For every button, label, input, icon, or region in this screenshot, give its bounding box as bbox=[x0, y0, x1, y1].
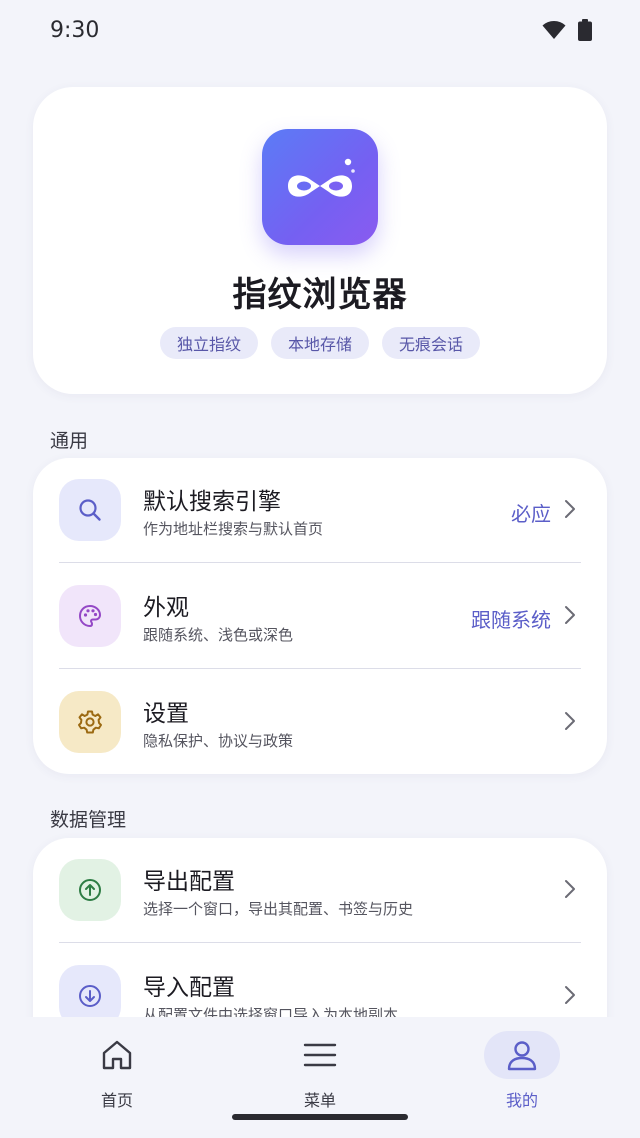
general-settings-card: 默认搜索引擎 作为地址栏搜索与默认首页 必应 外观 跟随系统、浅色或深色 跟随系… bbox=[33, 458, 607, 774]
row-title: 导入配置 bbox=[143, 975, 235, 1001]
chevron-right-icon bbox=[565, 880, 575, 898]
nav-item-profile[interactable]: 我的 bbox=[462, 1031, 582, 1111]
feature-chips: 独立指纹 本地存储 无痕会话 bbox=[33, 327, 607, 359]
nav-icon-container bbox=[484, 1031, 560, 1079]
feature-chip: 本地存储 bbox=[270, 327, 369, 359]
settings-scroll-area[interactable]: 指纹浏览器 独立指纹 本地存储 无痕会话 通用 默认搜索引擎 作为地址栏搜索与默… bbox=[0, 60, 640, 1017]
gear-icon bbox=[78, 710, 102, 734]
nav-label: 首页 bbox=[100, 1091, 133, 1110]
default-search-engine-item[interactable]: 默认搜索引擎 作为地址栏搜索与默认首页 必应 bbox=[33, 458, 607, 563]
chevron-right-icon bbox=[565, 606, 575, 624]
chevron-right-icon bbox=[565, 986, 575, 1004]
row-subtitle: 隐私保护、协议与政策 bbox=[143, 732, 294, 750]
row-icon-container bbox=[59, 859, 121, 921]
row-title: 导出配置 bbox=[143, 869, 235, 895]
nav-label: 我的 bbox=[505, 1091, 538, 1110]
menu-icon bbox=[303, 1043, 337, 1067]
row-subtitle: 跟随系统、浅色或深色 bbox=[143, 626, 294, 644]
battery-icon bbox=[578, 19, 592, 41]
search-engine-value: 必应 bbox=[511, 502, 551, 526]
appearance-value: 跟随系统 bbox=[471, 608, 551, 632]
wifi-icon bbox=[542, 21, 566, 39]
feature-chip: 无痕会话 bbox=[382, 327, 481, 359]
feature-chip: 独立指纹 bbox=[159, 327, 258, 359]
palette-icon bbox=[78, 604, 102, 628]
search-icon bbox=[79, 499, 101, 521]
download-icon bbox=[79, 985, 101, 1007]
nav-label: 菜单 bbox=[303, 1091, 336, 1110]
settings-item[interactable]: 设置 隐私保护、协议与政策 bbox=[33, 670, 607, 775]
row-title: 设置 bbox=[143, 701, 189, 727]
chevron-right-icon bbox=[565, 500, 575, 518]
row-title: 默认搜索引擎 bbox=[143, 489, 281, 515]
app-info-card: 指纹浏览器 独立指纹 本地存储 无痕会话 bbox=[33, 87, 607, 394]
appearance-item[interactable]: 外观 跟随系统、浅色或深色 跟随系统 bbox=[33, 564, 607, 669]
upload-icon bbox=[79, 879, 101, 901]
row-icon-container bbox=[59, 965, 121, 1017]
app-name: 指纹浏览器 bbox=[232, 275, 408, 315]
row-subtitle: 从配置文件中选择窗口导入为本地副本 bbox=[143, 1006, 399, 1017]
row-icon-container bbox=[59, 479, 121, 541]
status-time: 9:30 bbox=[50, 17, 100, 43]
row-icon-container bbox=[59, 691, 121, 753]
row-icon-container bbox=[59, 585, 121, 647]
row-subtitle: 选择一个窗口，导出其配置、书签与历史 bbox=[143, 900, 414, 918]
nav-icon-container bbox=[282, 1031, 358, 1079]
row-subtitle: 作为地址栏搜索与默认首页 bbox=[143, 520, 324, 538]
app-logo bbox=[262, 129, 378, 245]
nav-item-menu[interactable]: 菜单 bbox=[260, 1031, 380, 1111]
nav-icon-container bbox=[79, 1031, 155, 1079]
home-indicator bbox=[232, 1114, 408, 1120]
chevron-right-icon bbox=[565, 712, 575, 730]
profile-icon bbox=[507, 1041, 537, 1071]
nav-item-home[interactable]: 首页 bbox=[57, 1031, 177, 1111]
export-config-item[interactable]: 导出配置 选择一个窗口，导出其配置、书签与历史 bbox=[33, 838, 607, 943]
divider bbox=[59, 562, 581, 563]
home-icon bbox=[102, 1040, 132, 1070]
status-bar: 9:30 bbox=[0, 0, 640, 60]
section-title-data-management: 数据管理 bbox=[50, 809, 127, 831]
data-management-card: 导出配置 选择一个窗口，导出其配置、书签与历史 导入配置 从配置文件中选择窗口导… bbox=[33, 838, 607, 1017]
mask-icon bbox=[288, 158, 355, 197]
row-title: 外观 bbox=[143, 595, 189, 621]
status-icons bbox=[542, 19, 592, 41]
divider bbox=[59, 942, 581, 943]
section-title-general: 通用 bbox=[50, 430, 89, 452]
import-config-item[interactable]: 导入配置 从配置文件中选择窗口导入为本地副本 bbox=[33, 944, 607, 1017]
divider bbox=[59, 668, 581, 669]
